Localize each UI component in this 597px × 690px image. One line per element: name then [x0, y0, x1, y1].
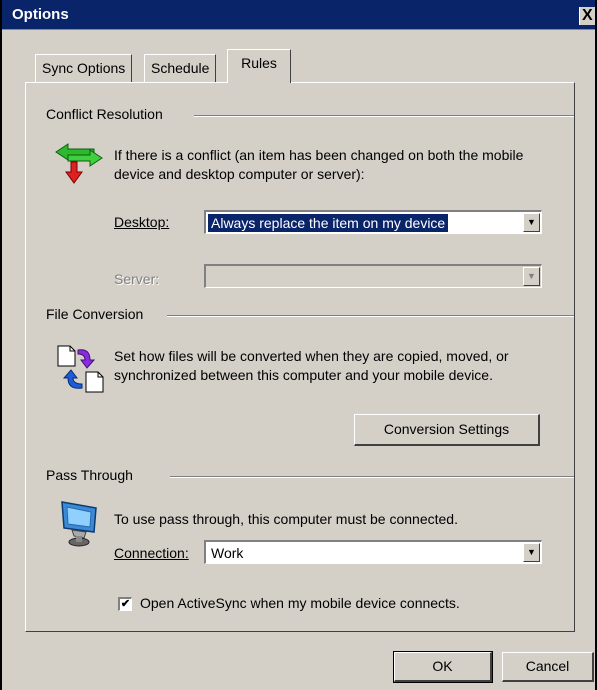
file-conversion-description: Set how files will be converted when the… — [114, 348, 509, 383]
conversion-settings-button[interactable]: Conversion Settings — [354, 414, 540, 446]
server-select[interactable]: ▼ — [204, 264, 542, 288]
options-dialog: Options X Sync Options Schedule Rules Co… — [0, 0, 597, 690]
close-button[interactable]: X — [579, 7, 595, 25]
conflict-arrows-icon — [55, 143, 103, 184]
file-conversion-divider — [167, 315, 574, 317]
network-computer-icon — [61, 501, 97, 547]
desktop-select-value: Always replace the item on my device — [206, 213, 450, 233]
conflict-group-title: Conflict Resolution — [46, 106, 163, 122]
conflict-description: If there is a conflict (an item has been… — [114, 147, 524, 182]
pass-through-group-title: Pass Through — [46, 467, 133, 483]
conflict-divider — [194, 115, 574, 117]
connection-select-value: Work — [211, 545, 244, 561]
pass-through-divider — [170, 476, 574, 478]
open-activesync-checkbox[interactable]: ✔ — [118, 597, 132, 611]
tab-schedule[interactable]: Schedule — [144, 54, 217, 82]
tab-sync-options[interactable]: Sync Options — [35, 54, 133, 82]
desktop-label: Desktop: — [114, 214, 170, 230]
cancel-button[interactable]: Cancel — [502, 652, 594, 682]
server-select-value — [208, 268, 214, 286]
window-title: Options — [12, 6, 69, 23]
connection-select[interactable]: Work ▼ — [204, 540, 542, 564]
tab-rules[interactable]: Rules — [227, 49, 291, 83]
connection-label: Connection: — [114, 545, 189, 561]
title-bar[interactable]: Options X — [2, 0, 595, 30]
file-conversion-group-title: File Conversion — [46, 306, 144, 322]
pass-through-description: To use pass through, this computer must … — [114, 511, 458, 527]
chevron-down-icon[interactable]: ▼ — [523, 543, 540, 562]
ok-button[interactable]: OK — [393, 651, 493, 683]
chevron-down-icon[interactable]: ▼ — [523, 213, 540, 232]
open-activesync-label[interactable]: Open ActiveSync when my mobile device co… — [140, 595, 460, 611]
file-conversion-icon — [57, 345, 104, 393]
desktop-select[interactable]: Always replace the item on my device ▼ — [204, 210, 542, 234]
server-label: Server: — [114, 271, 160, 287]
chevron-down-icon[interactable]: ▼ — [523, 267, 540, 286]
